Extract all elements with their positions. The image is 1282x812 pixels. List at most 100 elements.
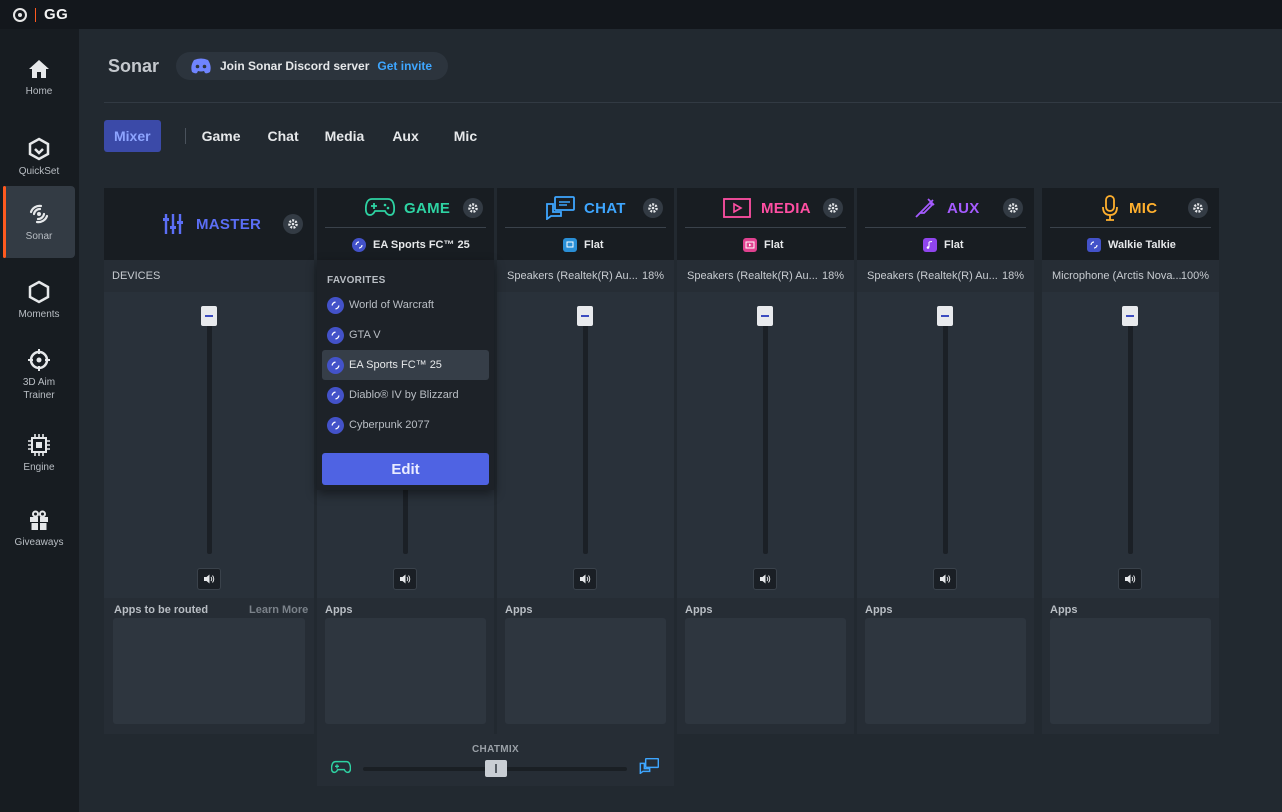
preset-selector[interactable]: EA Sports FC™ 25 [352, 238, 470, 252]
edit-favorites-button[interactable]: Edit [322, 453, 489, 485]
tab-mixer[interactable]: Mixer [104, 120, 161, 152]
volume-slider-handle[interactable] [201, 306, 217, 326]
favorite-item[interactable]: Cyberpunk 2077 [322, 410, 489, 440]
gear-icon[interactable] [283, 214, 303, 234]
device-name: Speakers (Realtek(R) Au... [867, 270, 998, 282]
gear-icon[interactable] [643, 198, 663, 218]
favorite-item[interactable]: GTA V [322, 320, 489, 350]
mute-button[interactable] [753, 568, 777, 590]
apps-label: Apps to be routed [114, 604, 209, 616]
gear-icon[interactable] [1188, 198, 1208, 218]
favorite-item[interactable]: Diablo® IV by Blizzard [322, 380, 489, 410]
favorite-item-selected[interactable]: EA Sports FC™ 25 [322, 350, 489, 380]
device-volume: 18% [641, 270, 664, 282]
chatmix-slider-handle[interactable] [485, 760, 507, 777]
apps-dropzone[interactable] [325, 618, 486, 724]
engine-icon [28, 433, 50, 456]
header-divider [104, 102, 1282, 103]
tab-game[interactable]: Game [202, 128, 241, 144]
apps-dropzone[interactable] [865, 618, 1026, 724]
learn-more-link[interactable]: Learn More [249, 604, 308, 616]
volume-track[interactable] [207, 312, 212, 554]
favorite-item[interactable]: World of Warcraft [322, 290, 489, 320]
channel-header: MEDIA Flat [677, 188, 854, 260]
preset-selector[interactable]: Flat [923, 238, 964, 252]
gear-icon[interactable] [823, 198, 843, 218]
mute-button[interactable] [1118, 568, 1142, 590]
apps-panel: Apps [497, 598, 674, 734]
sidebar-item-giveaways[interactable]: Giveaways [3, 492, 75, 564]
speaker-icon [204, 574, 215, 584]
speaker-icon [580, 574, 591, 584]
apps-label: Apps [685, 604, 713, 616]
sidebar-item-label: Moments [18, 308, 60, 320]
apps-label: Apps [505, 604, 533, 616]
aux-cable-icon [915, 198, 935, 218]
channel-name: CHAT [584, 200, 626, 217]
apps-dropzone[interactable] [1050, 618, 1211, 724]
get-invite-link[interactable]: Get invite [377, 59, 432, 73]
mute-button[interactable] [573, 568, 597, 590]
channel-name: MASTER [196, 216, 262, 233]
volume-slider-handle[interactable] [577, 306, 593, 326]
chat-preset-icon [563, 238, 577, 252]
mute-button[interactable] [933, 568, 957, 590]
mute-button[interactable] [393, 568, 417, 590]
tab-mic[interactable]: Mic [454, 128, 477, 144]
game-preset-icon [327, 296, 344, 314]
mic-preset-icon [1087, 238, 1101, 252]
device-volume: 100% [1180, 270, 1209, 282]
volume-track[interactable] [763, 312, 768, 554]
favorite-item-label: World of Warcraft [349, 299, 434, 311]
devices-row[interactable]: Speakers (Realtek(R) Au... 18% [677, 260, 854, 292]
preset-selector[interactable]: Walkie Talkie [1087, 238, 1176, 252]
mute-button[interactable] [197, 568, 221, 590]
channel-name: MIC [1129, 200, 1158, 217]
sidebar-item-label: QuickSet [18, 165, 60, 177]
volume-track[interactable] [1128, 312, 1133, 554]
tab-media[interactable]: Media [325, 128, 365, 144]
preset-selector[interactable]: Flat [743, 238, 784, 252]
header-underline [865, 227, 1026, 228]
gamepad-icon [331, 760, 351, 774]
device-volume: 18% [821, 270, 844, 282]
media-player-icon [723, 198, 751, 218]
sidebar-item-aim-trainer[interactable]: 3D Aim Trainer [3, 339, 75, 411]
mixer-tabs: Mixer Game Chat Media Aux Mic [104, 120, 477, 152]
devices-row[interactable]: Speakers (Realtek(R) Au... 18% [497, 260, 674, 292]
favorite-item-label: EA Sports FC™ 25 [349, 359, 442, 371]
preset-selector[interactable]: Flat [563, 238, 604, 252]
title-bar: GG [0, 0, 1282, 29]
tab-chat[interactable]: Chat [268, 128, 299, 144]
volume-track[interactable] [943, 312, 948, 554]
gear-icon[interactable] [1003, 198, 1023, 218]
sidebar-item-label: 3D Aim Trainer [22, 377, 56, 401]
devices-row[interactable]: Speakers (Realtek(R) Au... 18% [857, 260, 1034, 292]
game-preset-icon [352, 238, 366, 252]
volume-slider-handle[interactable] [757, 306, 773, 326]
volume-slider-handle[interactable] [937, 306, 953, 326]
media-preset-icon [743, 238, 757, 252]
apps-dropzone[interactable] [505, 618, 666, 724]
sidebar-item-moments[interactable]: Moments [3, 264, 75, 336]
tab-aux[interactable]: Aux [392, 128, 418, 144]
sidebar-item-sonar[interactable]: Sonar [3, 186, 75, 258]
apps-panel: Apps [1042, 598, 1219, 734]
apps-dropzone[interactable] [685, 618, 846, 724]
sidebar-item-quickset[interactable]: QuickSet [3, 121, 75, 193]
chat-bubble-icon [639, 758, 659, 774]
devices-row[interactable]: Microphone (Arctis Nova... 100% [1042, 260, 1219, 292]
preset-name: Walkie Talkie [1108, 239, 1176, 251]
gamepad-icon [365, 198, 395, 216]
sidebar-item-engine[interactable]: Engine [3, 417, 75, 489]
devices-label: DEVICES [112, 270, 161, 282]
apps-dropzone[interactable] [113, 618, 305, 724]
sidebar-item-home[interactable]: Home [3, 41, 75, 113]
volume-slider-handle[interactable] [1122, 306, 1138, 326]
aux-preset-icon [923, 238, 937, 252]
microphone-icon [1102, 195, 1118, 221]
sidebar-item-label: Giveaways [14, 536, 64, 548]
sliders-icon [163, 214, 183, 234]
gear-icon[interactable] [463, 198, 483, 218]
volume-track[interactable] [583, 312, 588, 554]
